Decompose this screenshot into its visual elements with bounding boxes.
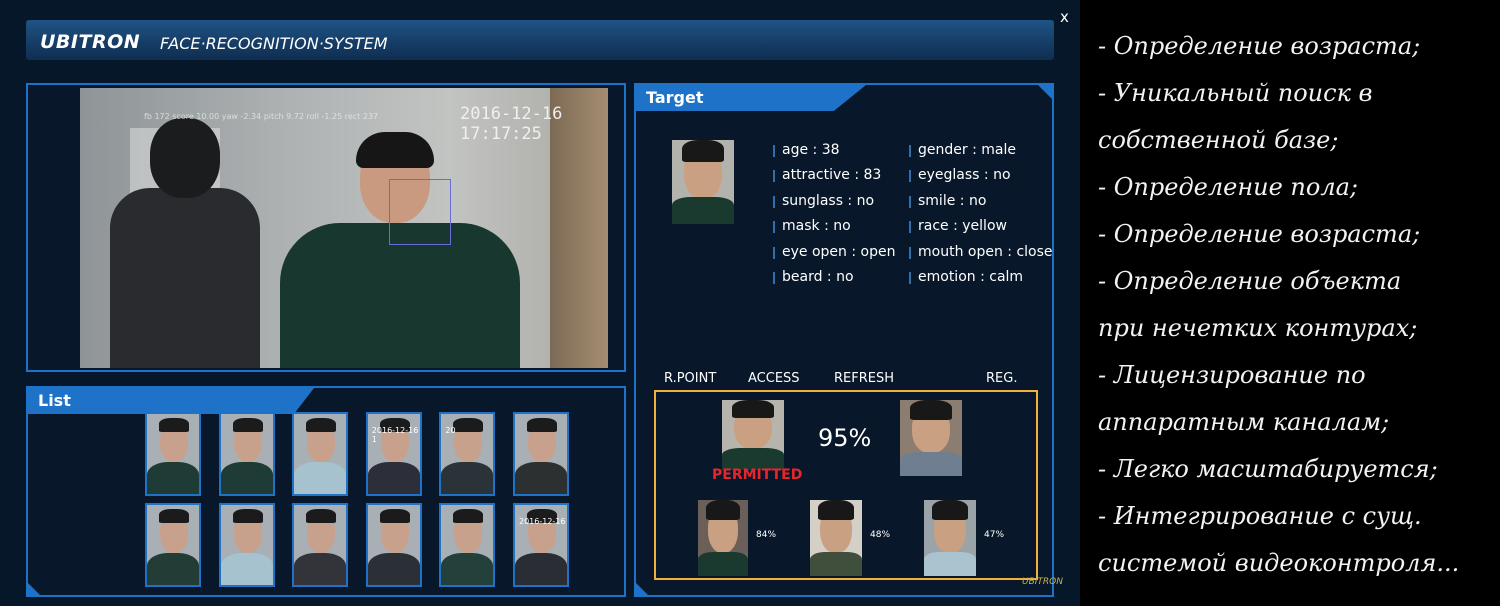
video-osd-text: fb 172 score 10.00 yaw -2.34 pitch 9.72 …	[144, 112, 379, 121]
person-front	[270, 132, 530, 368]
target-attribute: mask : no	[773, 218, 851, 235]
feature-line: собственной базе;	[1098, 126, 1339, 154]
candidate-photo-2	[810, 500, 862, 576]
target-header: Target	[636, 85, 866, 111]
list-face-thumbnail[interactable]	[365, 503, 422, 587]
target-attribute: beard : no	[773, 269, 854, 285]
feature-line: при нечетких контурах;	[1098, 314, 1418, 342]
feature-line: - Определение пола;	[1098, 173, 1359, 201]
list-header: List	[28, 388, 314, 414]
target-attribute: race : yellow	[909, 218, 1007, 235]
thumbnail-overlay-text: 20	[445, 426, 456, 435]
feature-list: - Определение возраста; - Уникальный поис…	[1080, 0, 1500, 606]
column-r-point: R.POINT	[664, 371, 717, 386]
column-reg: REG.	[986, 371, 1018, 386]
face-recognition-app: UBITRON FACE·RECOGNITION·SYSTEM x fb 172…	[0, 0, 1080, 606]
title-bar: UBITRON FACE·RECOGNITION·SYSTEM	[26, 20, 1054, 60]
video-feed-panel: fb 172 score 10.00 yaw -2.34 pitch 9.72 …	[26, 83, 626, 372]
close-button[interactable]: x	[1060, 8, 1069, 26]
target-panel: Target age : 38 attractive : 83 sunglass :…	[634, 83, 1063, 597]
thumbnail-overlay-text: 2016-12-16 1	[371, 426, 419, 444]
app-title: FACE·RECOGNITION·SYSTEM	[160, 34, 388, 53]
candidate-percent-2: 48%	[870, 530, 891, 540]
access-status: PERMITTED	[712, 467, 803, 483]
panel-corner-decoration	[26, 581, 42, 597]
panel-corner-decoration	[1036, 83, 1054, 101]
matched-face-photo	[722, 400, 784, 470]
feature-line: - Интегрирование с сущ.	[1098, 502, 1422, 530]
list-face-thumbnail[interactable]: 2016-12-16 1	[365, 412, 422, 496]
feature-line: - Определение возраста;	[1098, 220, 1421, 248]
footer-logo: UBITRON	[1022, 577, 1063, 587]
feature-line: системой видеоконтроля...	[1098, 549, 1460, 577]
candidate-photo-3	[924, 500, 976, 576]
feature-line: - Уникальный поиск в	[1098, 79, 1373, 107]
feature-line: - Лицензирование по	[1098, 361, 1366, 389]
brand-logo: UBITRON	[40, 31, 141, 53]
list-face-thumbnail[interactable]	[218, 503, 275, 587]
match-result-box: PERMITTED 95% 84% 48% 47%	[654, 390, 1038, 580]
list-face-thumbnail[interactable]	[513, 412, 569, 496]
feature-line: - Определение возраста;	[1098, 32, 1421, 60]
target-attribute: emotion : calm	[908, 269, 1024, 285]
feature-line: аппаратным каналам;	[1098, 408, 1390, 436]
camera-feed: fb 172 score 10.00 yaw -2.34 pitch 9.72 …	[80, 88, 608, 368]
video-timestamp: 2016-12-16 17:17:25	[460, 104, 563, 144]
thumbnail-overlay-text: 2016-12-16	[519, 517, 566, 526]
column-access: ACCESS	[748, 371, 800, 386]
target-attribute: gender : male	[909, 142, 1016, 158]
list-face-thumbnail[interactable]	[439, 503, 496, 587]
target-attribute: age : 38	[773, 142, 840, 158]
list-face-thumbnail[interactable]	[145, 503, 201, 587]
list-face-thumbnail[interactable]	[218, 412, 275, 496]
target-attribute: mouth open : close	[909, 243, 1053, 260]
target-attribute: attractive : 83	[772, 167, 882, 184]
list-face-thumbnail[interactable]	[292, 412, 349, 496]
candidate-percent-3: 47%	[984, 530, 1005, 540]
column-refresh: REFRESH	[834, 371, 894, 386]
match-percent: 95%	[818, 424, 872, 452]
target-attribute: smile : no	[908, 192, 987, 209]
target-attribute: eye open : open	[772, 243, 896, 260]
list-face-thumbnail[interactable]: 2016-12-16	[513, 503, 569, 587]
candidate-percent-1: 84%	[756, 530, 777, 540]
target-attribute: sunglass : no	[772, 192, 875, 209]
list-face-thumbnail[interactable]	[145, 412, 201, 496]
candidate-photo-1	[698, 500, 748, 576]
feature-line: - Легко масштабируется;	[1098, 455, 1438, 483]
list-face-thumbnail[interactable]: 20	[439, 412, 496, 496]
list-face-thumbnail[interactable]	[292, 503, 349, 587]
panel-corner-decoration	[634, 581, 650, 597]
list-panel: List 2016-12-16 1 20 2016-12-16	[26, 386, 626, 597]
registered-face-photo	[900, 400, 962, 476]
feature-line: - Определение объекта	[1098, 267, 1402, 295]
target-attribute: eyeglass : no	[909, 167, 1011, 184]
person-back	[110, 118, 260, 368]
target-face-photo	[672, 140, 734, 224]
face-detection-box	[389, 179, 451, 245]
